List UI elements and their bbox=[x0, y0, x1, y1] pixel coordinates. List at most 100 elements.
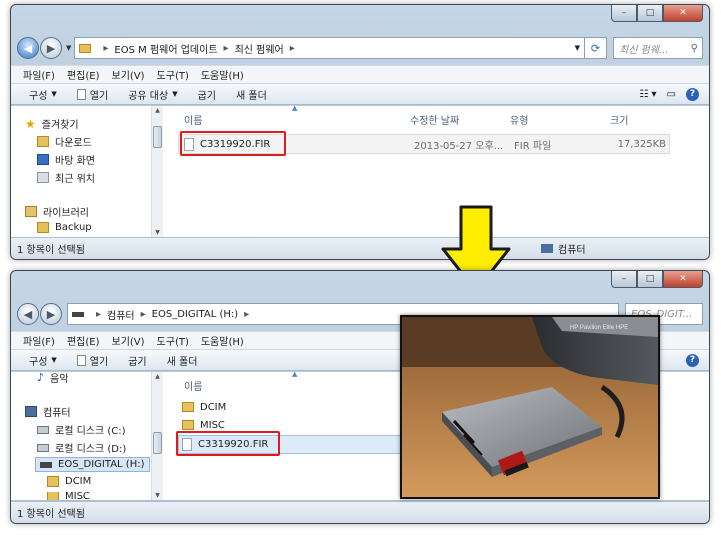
scroll-down-icon[interactable]: ▼ bbox=[152, 229, 163, 236]
menu-help[interactable]: 도움말(H) bbox=[201, 67, 244, 82]
close-button[interactable]: ✕ bbox=[663, 5, 703, 22]
removable-drive-icon bbox=[40, 461, 52, 468]
computer-icon bbox=[541, 244, 553, 253]
menu-tools[interactable]: 도구(T) bbox=[157, 333, 189, 348]
folder-icon bbox=[79, 43, 92, 53]
burn-button[interactable]: 굽기 bbox=[198, 87, 216, 102]
address-dropdown-icon[interactable]: ▼ bbox=[575, 44, 580, 52]
nav-computer[interactable]: 컴퓨터 bbox=[25, 404, 71, 419]
preview-pane-icon[interactable]: ▭ bbox=[667, 89, 676, 100]
hard-disk-icon bbox=[37, 425, 49, 434]
caption-buttons: – □ ✕ bbox=[611, 271, 703, 288]
nav-local-disk-c[interactable]: 로컬 디스크 (C:) bbox=[37, 422, 126, 437]
caption-buttons: – □ ✕ bbox=[611, 5, 703, 22]
nav-dcim[interactable]: DCIM bbox=[47, 476, 91, 487]
nav-libraries[interactable]: 라이브러리 bbox=[25, 204, 89, 219]
close-button[interactable]: ✕ bbox=[663, 271, 703, 288]
open-button[interactable]: 열기 bbox=[76, 87, 108, 102]
explorer-window-firmware: – □ ✕ ◀ ▶ ▼ ▸ EOS M 펌웨어 업데이트 ▸ 최신 펌웨어 ▸ … bbox=[10, 4, 710, 260]
folder-icon bbox=[182, 420, 194, 430]
column-size[interactable]: 크기 bbox=[610, 112, 628, 127]
folder-icon bbox=[47, 492, 59, 500]
column-name[interactable]: 이름 bbox=[184, 378, 202, 393]
scroll-thumb[interactable] bbox=[153, 432, 162, 454]
menu-help[interactable]: 도움말(H) bbox=[201, 333, 244, 348]
hard-disk-icon bbox=[37, 443, 49, 452]
breadcrumb-segment[interactable]: EOS_DIGITAL (H:) bbox=[152, 309, 239, 320]
library-icon bbox=[25, 206, 37, 217]
nav-scrollbar[interactable]: ▲ ▼ bbox=[151, 372, 163, 500]
nav-scrollbar[interactable]: ▲ ▼ bbox=[151, 106, 163, 237]
scroll-down-icon[interactable]: ▼ bbox=[152, 492, 163, 499]
view-options-icon[interactable]: ☷ ▾ bbox=[639, 89, 656, 100]
minimize-button[interactable]: – bbox=[611, 5, 637, 22]
menu-tools[interactable]: 도구(T) bbox=[157, 67, 189, 82]
forward-button[interactable]: ▶ bbox=[40, 37, 62, 59]
maximize-button[interactable]: □ bbox=[637, 5, 663, 22]
monitor-brand-label: HP Pavilion Elite HPE bbox=[570, 325, 628, 331]
open-button[interactable]: 열기 bbox=[76, 353, 108, 368]
back-button[interactable]: ◀ bbox=[17, 303, 39, 325]
search-input[interactable]: 최신 펌웨... ⚲ bbox=[613, 37, 703, 59]
downloads-folder-icon bbox=[37, 136, 49, 147]
nav-backup[interactable]: Backup bbox=[37, 222, 92, 233]
menu-edit[interactable]: 편집(E) bbox=[67, 67, 100, 82]
new-folder-button[interactable]: 새 폴더 bbox=[236, 87, 267, 102]
nav-music[interactable]: ♪ 음악 bbox=[37, 370, 68, 385]
sort-ascending-icon: ▲ bbox=[292, 370, 298, 378]
nav-recent[interactable]: 최근 위치 bbox=[37, 170, 95, 185]
column-type[interactable]: 유형 bbox=[510, 112, 528, 127]
column-name[interactable]: 이름 bbox=[184, 112, 202, 127]
minimize-button[interactable]: – bbox=[611, 271, 637, 288]
scroll-up-icon[interactable]: ▲ bbox=[152, 107, 163, 114]
command-bar: 구성 ▼ 열기 공유 대상 ▼ 굽기 새 폴더 ☷ ▾ ▭ ? bbox=[11, 83, 709, 105]
organize-button[interactable]: 구성 ▼ bbox=[29, 353, 57, 368]
nav-downloads[interactable]: 다운로드 bbox=[37, 134, 92, 149]
nav-eos-digital[interactable]: EOS_DIGITAL (H:) bbox=[35, 457, 150, 472]
navigation-pane: ♪ 음악 컴퓨터 로컬 디스크 (C:) 로컬 디스크 (D:) EOS_DIGI… bbox=[11, 370, 163, 500]
breadcrumb-segment[interactable]: EOS M 펌웨어 업데이트 bbox=[114, 41, 217, 56]
recent-places-icon bbox=[37, 172, 49, 183]
share-button[interactable]: 공유 대상 ▼ bbox=[128, 87, 177, 102]
menu-edit[interactable]: 편집(E) bbox=[67, 333, 100, 348]
maximize-button[interactable]: □ bbox=[637, 271, 663, 288]
nav-desktop[interactable]: 바탕 화면 bbox=[37, 152, 95, 167]
organize-button[interactable]: 구성 ▼ bbox=[29, 87, 57, 102]
forward-button[interactable]: ▶ bbox=[40, 303, 62, 325]
nav-favorites[interactable]: ★ 즐겨찾기 bbox=[25, 116, 79, 132]
column-date[interactable]: 수정한 날짜 bbox=[410, 112, 459, 127]
status-bar: 1 항목이 선택됨 컴퓨터 bbox=[11, 237, 709, 259]
scroll-up-icon[interactable]: ▲ bbox=[152, 373, 163, 380]
menu-view[interactable]: 보기(V) bbox=[112, 333, 145, 348]
menu-bar: 파일(F) 편집(E) 보기(V) 도구(T) 도움말(H) bbox=[11, 65, 709, 83]
menu-file[interactable]: 파일(F) bbox=[23, 333, 55, 348]
document-icon bbox=[76, 88, 86, 100]
document-icon bbox=[76, 354, 86, 366]
nav-misc[interactable]: MISC bbox=[47, 492, 90, 500]
breadcrumb-segment[interactable]: 최신 펌웨어 bbox=[235, 41, 284, 56]
nav-local-disk-d[interactable]: 로컬 디스크 (D:) bbox=[37, 440, 126, 455]
menu-file[interactable]: 파일(F) bbox=[23, 67, 55, 82]
help-icon[interactable]: ? bbox=[686, 353, 699, 367]
address-bar[interactable]: ▸ EOS M 펌웨어 업데이트 ▸ 최신 펌웨어 ▸ ▼ bbox=[74, 37, 585, 59]
new-folder-button[interactable]: 새 폴더 bbox=[167, 353, 198, 368]
status-bar: 1 항목이 선택됨 bbox=[11, 501, 709, 523]
highlight-box bbox=[180, 131, 286, 156]
burn-button[interactable]: 굽기 bbox=[128, 353, 146, 368]
recent-pages-dropdown[interactable]: ▼ bbox=[66, 44, 71, 52]
back-button[interactable]: ◀ bbox=[17, 37, 39, 59]
navigation-bar: ◀ ▶ ▼ ▸ EOS M 펌웨어 업데이트 ▸ 최신 펌웨어 ▸ ▼ ⟳ 최신… bbox=[17, 35, 703, 61]
list-item[interactable]: DCIM bbox=[182, 397, 226, 417]
help-icon[interactable]: ? bbox=[686, 87, 699, 101]
card-reader-photo: HP Pavilion Elite HPE bbox=[400, 315, 660, 499]
drive-icon bbox=[72, 311, 84, 317]
star-icon: ★ bbox=[25, 116, 36, 131]
menu-view[interactable]: 보기(V) bbox=[112, 67, 145, 82]
scroll-thumb[interactable] bbox=[153, 126, 162, 148]
refresh-button[interactable]: ⟳ bbox=[585, 37, 607, 59]
breadcrumb-segment[interactable]: 컴퓨터 bbox=[107, 307, 135, 322]
desktop-icon bbox=[37, 154, 49, 165]
explorer-body: ★ 즐겨찾기 다운로드 바탕 화면 최근 위치 라이브러리 Backup ▲ ▼ … bbox=[11, 104, 709, 237]
folder-icon bbox=[37, 222, 49, 233]
folder-icon bbox=[47, 476, 59, 487]
